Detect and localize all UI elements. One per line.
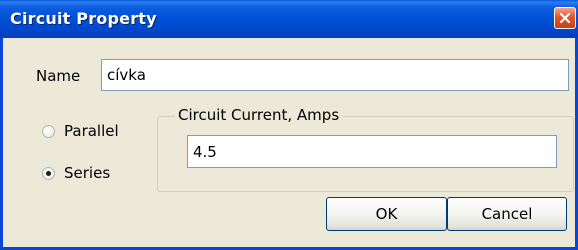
circuit-current-group-title: Circuit Current, Amps (175, 106, 343, 124)
name-input[interactable] (101, 59, 569, 91)
circuit-property-dialog: Circuit Property Name Parallel Series Ci… (0, 0, 578, 250)
radio-selected-dot (46, 170, 51, 176)
radio-series[interactable]: Series (42, 164, 110, 182)
radio-button-series[interactable] (42, 166, 55, 180)
close-button[interactable] (554, 7, 576, 29)
close-icon (559, 12, 571, 24)
radio-label-parallel: Parallel (64, 122, 119, 140)
title-bar[interactable]: Circuit Property (0, 0, 578, 38)
name-label: Name (36, 67, 81, 85)
radio-button-parallel[interactable] (42, 124, 55, 138)
cancel-button[interactable]: Cancel (447, 197, 567, 231)
radio-parallel[interactable]: Parallel (42, 122, 119, 140)
circuit-current-input[interactable] (187, 135, 557, 168)
ok-button[interactable]: OK (326, 197, 447, 231)
radio-label-series: Series (64, 164, 111, 182)
dialog-title: Circuit Property (10, 9, 157, 28)
